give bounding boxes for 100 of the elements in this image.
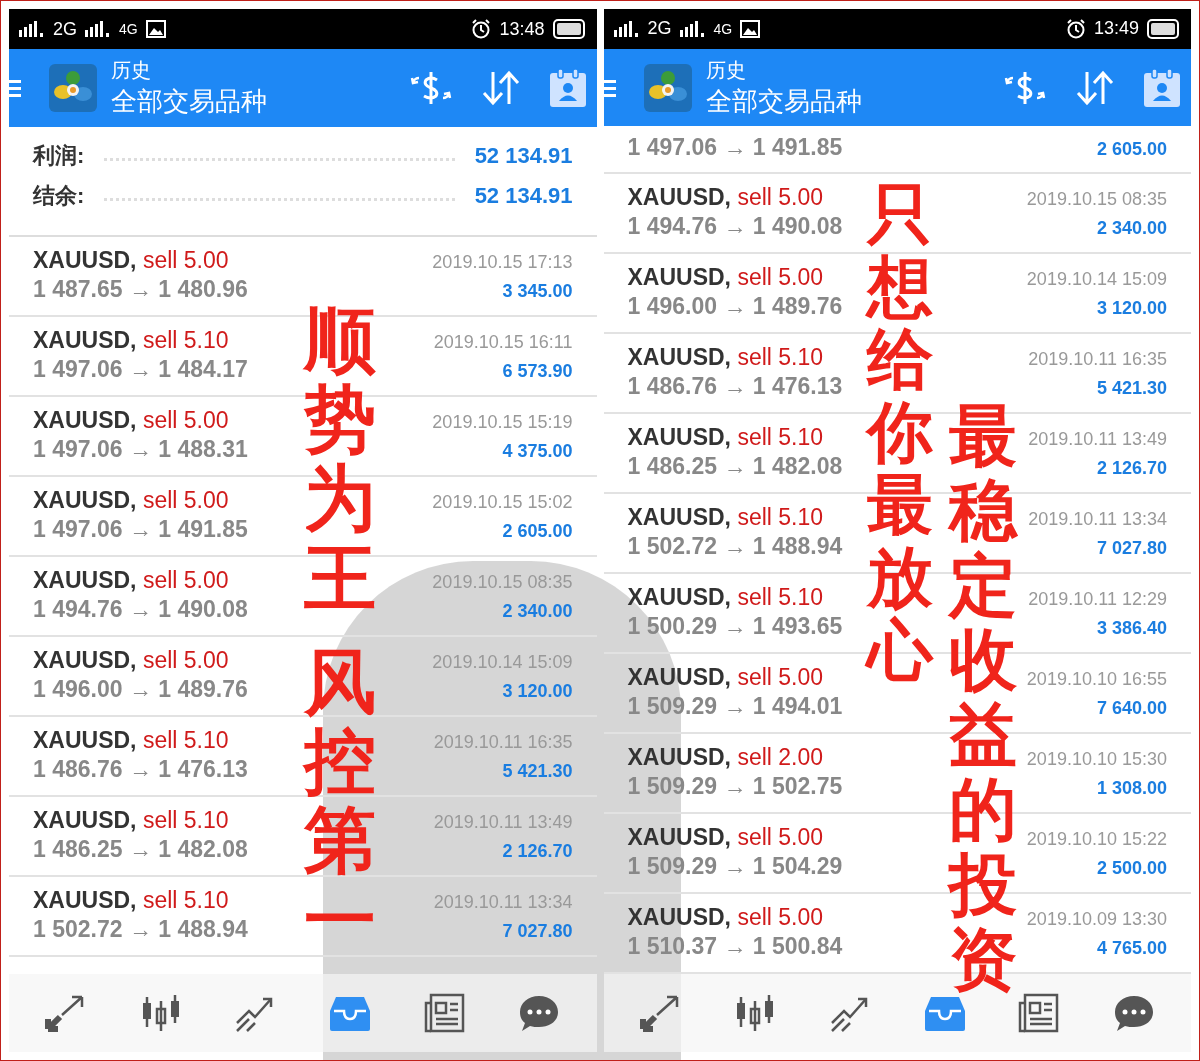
- trade-profit: 2 126.70: [502, 841, 573, 862]
- trade-prices: 1 496.00 → 1 489.76: [627, 293, 843, 321]
- currency-exchange-icon[interactable]: [1003, 69, 1047, 106]
- trade-prices: 1 494.76 → 1 490.08: [33, 596, 248, 623]
- trade-time: 2019.10.10 15:22: [1026, 829, 1167, 851]
- trade-title[interactable]: XAUUSD, sell 5.10: [627, 504, 824, 532]
- trade-prices: 1 509.29 → 1 504.29: [627, 853, 843, 881]
- calendar-contact-icon[interactable]: [1143, 67, 1181, 108]
- trade-profit: 1 308.00: [1096, 778, 1167, 800]
- trade-profit: 3 120.00: [502, 681, 573, 702]
- trade-title[interactable]: XAUUSD, sell 5.00: [33, 647, 229, 674]
- trade-profit: 6 573.90: [502, 361, 573, 382]
- header-title: 历史: [705, 57, 746, 83]
- trade-prices: 1 510.37 → 1 500.84: [627, 933, 843, 961]
- trade-title[interactable]: XAUUSD, sell 5.00: [627, 904, 824, 932]
- menu-icon[interactable]: [9, 79, 21, 97]
- trade-prices: 1 487.65 → 1 480.96: [33, 276, 248, 303]
- trade-title[interactable]: XAUUSD, sell 5.10: [33, 807, 229, 834]
- trade-profit: 3 386.40: [1096, 618, 1167, 640]
- trade-prices: 1 496.00 → 1 489.76: [33, 676, 248, 703]
- sort-icon[interactable]: [1075, 69, 1115, 106]
- trade-time: 2019.10.15 08:35: [1026, 189, 1167, 211]
- trade-title[interactable]: XAUUSD, sell 5.00: [627, 824, 824, 852]
- newspaper-icon[interactable]: [422, 993, 467, 1033]
- trade-title[interactable]: XAUUSD, sell 5.00: [33, 567, 229, 594]
- trade-title[interactable]: XAUUSD, sell 5.10: [33, 727, 229, 754]
- trade-title[interactable]: XAUUSD, sell 2.00: [627, 744, 824, 772]
- network-label: 2G: [647, 18, 672, 40]
- app-logo-icon: [49, 64, 97, 112]
- trade-title[interactable]: XAUUSD, sell 5.10: [627, 424, 824, 452]
- image-icon: [145, 20, 166, 38]
- promo-caption: 风控第一: [304, 643, 376, 960]
- trade-prices: 1 497.06 → 1 491.85: [33, 516, 248, 543]
- trade-profit: 2 340.00: [502, 601, 573, 622]
- trade-time: 2019.10.11 13:49: [1028, 429, 1167, 451]
- trade-prices: 1 502.72 → 1 488.94: [33, 916, 248, 943]
- clock-time: 13:48: [499, 18, 545, 40]
- trade-prices: 1 497.06 → 1 484.17: [33, 356, 248, 383]
- promo-caption: 顺势为王: [304, 301, 376, 618]
- summary-value: 52 134.91: [474, 183, 573, 209]
- clock-time: 13:49: [1093, 18, 1139, 40]
- trade-title[interactable]: XAUUSD, sell 5.00: [627, 664, 824, 692]
- trade-time: 2019.10.15 15:02: [432, 492, 573, 513]
- trade-profit: 3 345.00: [502, 281, 573, 302]
- trade-time: 2019.10.14 15:09: [1026, 269, 1167, 291]
- trade-title[interactable]: XAUUSD, sell 5.00: [33, 487, 229, 514]
- trade-time: 2019.10.10 16:55: [1026, 669, 1167, 691]
- promo-caption: 最稳定收益的投资: [949, 399, 1017, 998]
- menu-icon[interactable]: [603, 78, 616, 97]
- signal-icon: [85, 21, 111, 37]
- trade-prices: 1 486.25 → 1 482.08: [33, 836, 248, 863]
- trade-profit: 7 027.80: [502, 921, 573, 942]
- trade-prices: 1 494.76 → 1 490.08: [627, 213, 843, 241]
- battery-icon: [552, 19, 585, 39]
- trade-prices: 1 502.72 → 1 488.94: [627, 533, 843, 561]
- trade-prices: 1 497.06 → 1 491.85: [627, 134, 843, 162]
- summary-value: 52 134.91: [474, 143, 573, 169]
- trade-time: 2019.10.15 15:19: [432, 412, 573, 433]
- alarm-clock-icon: [471, 19, 492, 39]
- trade-time: 2019.10.11 13:49: [433, 812, 573, 833]
- trade-title[interactable]: XAUUSD, sell 5.00: [627, 264, 824, 292]
- calendar-contact-icon[interactable]: [548, 68, 587, 108]
- trade-prices: 1 486.76 → 1 476.13: [33, 756, 248, 783]
- signal-icon: [19, 21, 45, 37]
- trade-prices: 1 509.29 → 1 494.01: [627, 693, 843, 721]
- summary-label: 利润:: [33, 142, 85, 170]
- alarm-clock-icon: [1065, 18, 1086, 39]
- header-title: 历史: [111, 58, 151, 83]
- trade-prices: 1 509.29 → 1 502.75: [627, 773, 843, 801]
- trade-profit: 7 027.80: [1096, 538, 1167, 560]
- trade-profit: 4 765.00: [1096, 938, 1167, 960]
- network-label: 4G: [119, 21, 138, 37]
- trade-prices: 1 497.06 → 1 488.31: [33, 436, 248, 463]
- trade-title[interactable]: XAUUSD, sell 5.00: [627, 184, 824, 212]
- trade-time: 2019.10.14 15:09: [432, 652, 573, 673]
- trade-title[interactable]: XAUUSD, sell 5.00: [33, 247, 229, 274]
- trade-profit: 2 605.00: [1096, 139, 1167, 161]
- signal-icon: [679, 20, 706, 37]
- trade-profit: 7 640.00: [1096, 698, 1167, 720]
- trade-prices: 1 500.29 → 1 493.65: [627, 613, 843, 641]
- signal-icon: [613, 20, 640, 37]
- trade-profit: 3 120.00: [1096, 298, 1167, 320]
- trade-time: 2019.10.15 16:11: [433, 332, 573, 353]
- trade-profit: 5 421.30: [502, 761, 573, 782]
- trade-title[interactable]: XAUUSD, sell 5.00: [33, 407, 229, 434]
- trade-prices: 1 486.25 → 1 482.08: [627, 453, 843, 481]
- trade-title[interactable]: XAUUSD, sell 5.10: [33, 327, 229, 354]
- app-logo-icon: [643, 63, 692, 112]
- header-subtitle[interactable]: 全部交易品种: [111, 84, 267, 119]
- trade-time: 2019.10.10 15:30: [1026, 749, 1167, 771]
- trade-title[interactable]: XAUUSD, sell 5.10: [627, 344, 824, 372]
- sort-icon[interactable]: [480, 70, 521, 106]
- currency-exchange-icon[interactable]: [408, 70, 453, 106]
- trade-profit: 2 500.00: [1096, 858, 1167, 880]
- trade-time: 2019.10.11 16:35: [1028, 349, 1167, 371]
- trade-title[interactable]: XAUUSD, sell 5.10: [33, 887, 229, 914]
- network-label: 2G: [53, 18, 77, 40]
- header-subtitle[interactable]: 全部交易品种: [705, 83, 862, 119]
- trade-profit: 2 605.00: [502, 521, 573, 542]
- trade-title[interactable]: XAUUSD, sell 5.10: [627, 584, 824, 612]
